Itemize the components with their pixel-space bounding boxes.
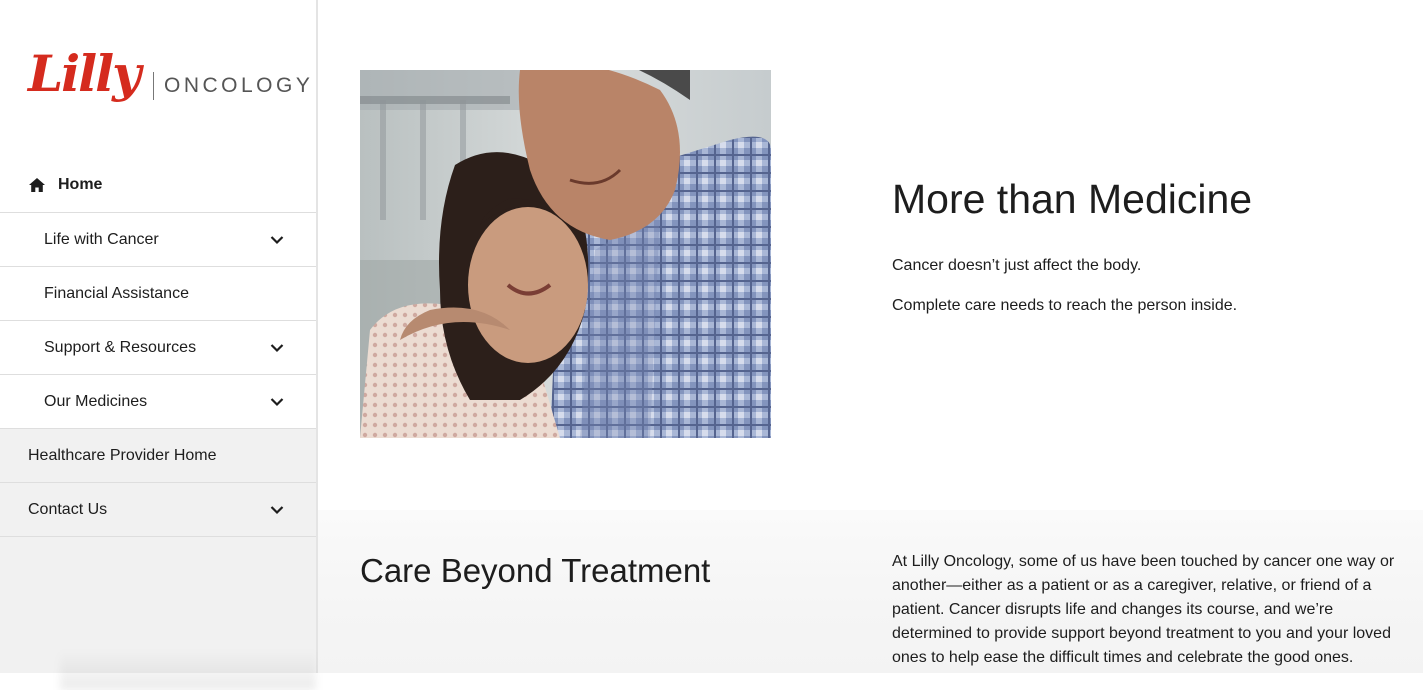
sidebar-item-home[interactable]: Home bbox=[0, 158, 316, 213]
chevron-down-icon[interactable] bbox=[270, 505, 284, 515]
sidebar-shadow bbox=[60, 650, 316, 690]
chevron-down-icon[interactable] bbox=[270, 343, 284, 353]
sidebar-item-label: Financial Assistance bbox=[44, 284, 189, 302]
sidebar-item-our-medicines[interactable]: Our Medicines bbox=[0, 375, 316, 429]
logo-separator bbox=[153, 72, 154, 100]
logo-area: Lilly ONCOLOGY bbox=[0, 0, 316, 158]
hero-paragraph: Complete care needs to reach the person … bbox=[892, 297, 1238, 314]
chevron-down-icon[interactable] bbox=[270, 397, 284, 407]
sidebar-item-label: Healthcare Provider Home bbox=[28, 446, 217, 464]
sidebar-item-contact-us[interactable]: Contact Us bbox=[0, 483, 316, 537]
hero-title: More than Medicine bbox=[892, 176, 1253, 222]
chevron-down-icon[interactable] bbox=[270, 235, 284, 245]
sidebar-item-label: Life with Cancer bbox=[44, 230, 159, 248]
sidebar-nav: Home Life with Cancer Financial Assistan… bbox=[0, 158, 316, 537]
lilly-oncology-logo[interactable]: Lilly ONCOLOGY bbox=[28, 44, 310, 114]
sidebar: Lilly ONCOLOGY Home Life with Cancer Fin… bbox=[0, 0, 318, 690]
home-icon bbox=[28, 177, 46, 193]
hero-paragraph: Cancer doesn’t just affect the body. bbox=[892, 257, 1142, 274]
logo-script: Lilly bbox=[28, 44, 141, 103]
sidebar-item-life-with-cancer[interactable]: Life with Cancer bbox=[0, 213, 316, 267]
care-body: At Lilly Oncology, some of us have been … bbox=[892, 553, 1395, 666]
sidebar-item-label: Home bbox=[58, 176, 103, 193]
sidebar-item-healthcare-provider-home[interactable]: Healthcare Provider Home bbox=[0, 429, 316, 483]
care-title: Care Beyond Treatment bbox=[360, 552, 711, 589]
sidebar-item-label: Our Medicines bbox=[44, 392, 148, 410]
hero-photo bbox=[360, 70, 771, 438]
sidebar-item-label: Contact Us bbox=[28, 500, 108, 518]
sidebar-item-financial-assistance[interactable]: Financial Assistance bbox=[0, 267, 316, 321]
sidebar-item-support-resources[interactable]: Support & Resources bbox=[0, 321, 316, 375]
sidebar-item-label: Support & Resources bbox=[44, 338, 197, 356]
logo-division: ONCOLOGY bbox=[164, 74, 314, 97]
